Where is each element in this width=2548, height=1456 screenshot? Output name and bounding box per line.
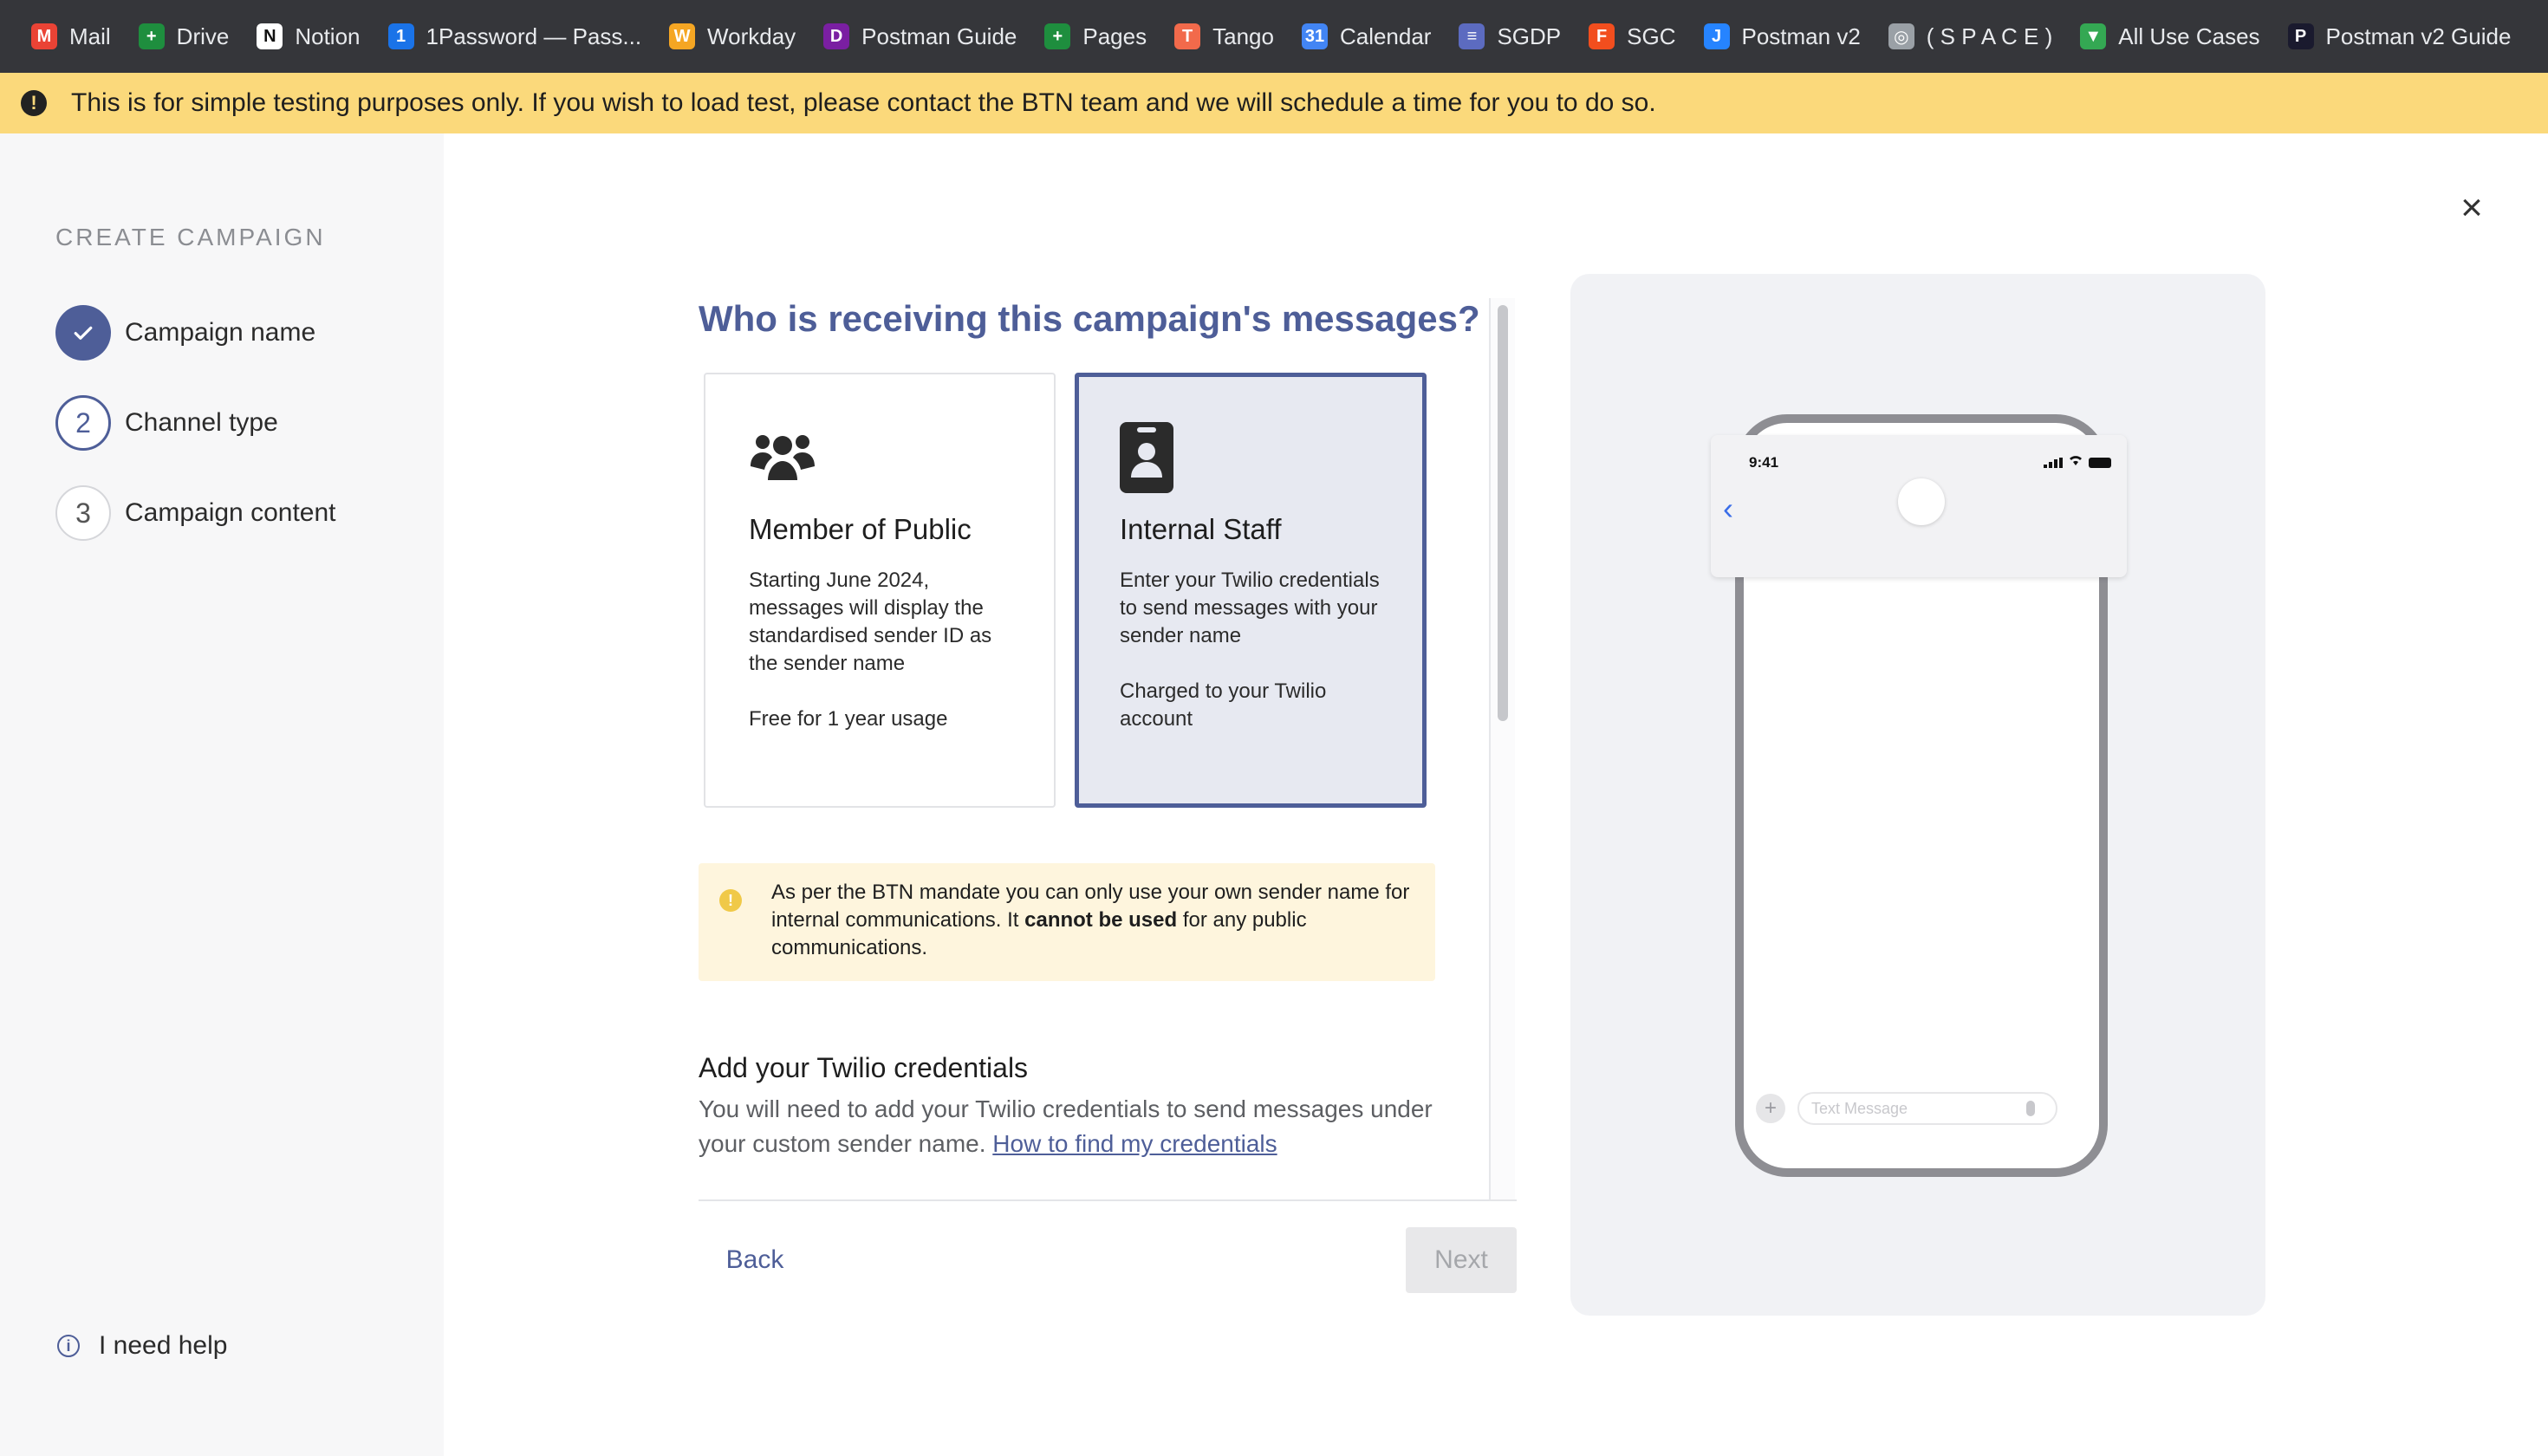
option-description: Starting June 2024, messages will displa… — [749, 569, 992, 675]
info-icon: i — [57, 1335, 80, 1357]
sheets-icon: + — [138, 23, 165, 49]
bookmark-workday[interactable]: W Workday — [655, 0, 809, 73]
bookmark-label: Workday — [707, 23, 796, 49]
step-label: Channel type — [125, 408, 278, 437]
bookmark-label: ( S P A C E ) — [1926, 23, 2053, 49]
id-badge-icon — [1120, 422, 1383, 493]
notice-text-bold: cannot be used — [1024, 908, 1178, 932]
message-preview-panel: 9:41 ‹ + Text Message — [1570, 274, 2265, 1316]
microphone-icon — [2026, 1101, 2035, 1116]
option-member-of-public[interactable]: Member of Public Starting June 2024, mes… — [704, 373, 1056, 808]
jira-icon: J — [1703, 23, 1730, 49]
plus-icon: + — [1756, 1094, 1785, 1123]
bookmark-postman-v2-guide[interactable]: P Postman v2 Guide — [2274, 0, 2525, 73]
bookmark-label: Notion — [295, 23, 361, 49]
sidebar: CREATE CAMPAIGN Campaign name 2 Channel … — [0, 133, 444, 1456]
sender-name-notice: ! As per the BTN mandate you can only us… — [699, 863, 1435, 981]
option-internal-staff[interactable]: Internal Staff Enter your Twilio credent… — [1075, 373, 1427, 808]
calendar-icon: 31 — [1301, 23, 1328, 49]
test-warning-banner: ! This is for simple testing purposes on… — [0, 73, 2548, 133]
pages-icon: + — [1044, 23, 1071, 49]
info-dot-icon: ! — [719, 889, 742, 912]
sidebar-heading: CREATE CAMPAIGN — [55, 224, 326, 250]
option-description: Enter your Twilio credentials to send me… — [1120, 569, 1380, 647]
bookmark-label: All Use Cases — [2118, 23, 2260, 49]
gmail-icon: M — [31, 23, 57, 49]
help-link[interactable]: i I need help — [57, 1331, 227, 1361]
bookmark-label: SGDP — [1497, 23, 1562, 49]
bookmark-label: Calendar — [1339, 23, 1432, 49]
bookmark-drive[interactable]: + Drive — [125, 0, 244, 73]
tango-icon: T — [1174, 23, 1201, 49]
next-button[interactable]: Next — [1406, 1227, 1517, 1293]
bookmarks-bar: M Mail + Drive N Notion 1 1Password — Pass... W W… — [0, 0, 2548, 73]
battery-icon — [2089, 457, 2111, 468]
bookmark-label: 1Password — Pass... — [426, 23, 642, 49]
credentials-title: Add your Twilio credentials — [699, 1052, 1029, 1083]
bookmark-all-use-cases[interactable]: ▼ All Use Cases — [2066, 0, 2273, 73]
bookmark-calendar[interactable]: 31 Calendar — [1288, 0, 1446, 73]
funnel-icon: ▼ — [2080, 23, 2107, 49]
form-scrollbar[interactable] — [1489, 298, 1515, 1199]
workday-icon: W — [669, 23, 696, 49]
option-title: Member of Public — [749, 513, 972, 545]
close-icon[interactable]: × — [2454, 189, 2489, 227]
bookmark-label: Postman v2 Guide — [2325, 23, 2512, 49]
people-group-icon — [749, 423, 1012, 492]
bookmark-postman-guide[interactable]: D Postman Guide — [809, 0, 1030, 73]
postman-v2-guide-icon: P — [2287, 23, 2314, 49]
bookmark-label: Tango — [1212, 23, 1274, 49]
sgdp-icon: ≡ — [1459, 23, 1485, 49]
notion-icon: N — [257, 23, 283, 49]
bookmark-label: Postman v2 — [1741, 23, 1861, 49]
exclamation-icon: ! — [21, 90, 47, 116]
postman-guide-icon: D — [823, 23, 850, 49]
help-label: I need help — [99, 1331, 228, 1360]
step-number: 3 — [55, 485, 111, 541]
banner-text: This is for simple testing purposes only… — [71, 88, 1656, 117]
credentials-help-link[interactable]: How to find my credentials — [992, 1130, 1277, 1157]
avatar — [1898, 478, 1945, 525]
option-note: Free for 1 year usage — [749, 707, 948, 731]
bookmark-notion[interactable]: N Notion — [243, 0, 374, 73]
page-title: Who is receiving this campaign's message… — [699, 298, 1480, 339]
chevron-left-icon[interactable]: ‹ — [1723, 491, 1733, 527]
planet-icon: ◎ — [1888, 23, 1914, 49]
phone-header: 9:41 ‹ — [1711, 435, 2127, 577]
figma-icon: F — [1589, 23, 1615, 49]
bookmark-postman-v2[interactable]: J Postman v2 — [1690, 0, 1875, 73]
bookmark-label: SGC — [1627, 23, 1676, 49]
step-label: Campaign name — [125, 318, 316, 347]
footer-divider — [699, 1199, 1517, 1201]
bookmark-tango[interactable]: T Tango — [1160, 0, 1288, 73]
text-message-input: Text Message — [1797, 1092, 2057, 1125]
step-campaign-name[interactable]: Campaign name — [55, 305, 315, 361]
bookmark-s-p-a-c-e[interactable]: ◎ ( S P A C E ) — [1875, 0, 2066, 73]
scrollbar-thumb[interactable] — [1498, 305, 1508, 721]
bookmark-1password-pass[interactable]: 1 1Password — Pass... — [374, 0, 656, 73]
option-title: Internal Staff — [1120, 513, 1282, 545]
phone-time: 9:41 — [1749, 454, 1779, 471]
wifi-icon — [2068, 454, 2083, 471]
bookmark-mail[interactable]: M Mail — [17, 0, 125, 73]
step-campaign-content[interactable]: 3 Campaign content — [55, 485, 336, 541]
credentials-description: You will need to add your Twilio credent… — [699, 1092, 1444, 1161]
bookmark-label: Drive — [176, 23, 230, 49]
bookmark-label: Pages — [1082, 23, 1147, 49]
step-label: Campaign content — [125, 498, 336, 527]
bookmark-label: Postman Guide — [861, 23, 1017, 49]
check-icon — [55, 305, 111, 361]
bookmark-pages[interactable]: + Pages — [1030, 0, 1160, 73]
step-channel-type[interactable]: 2 Channel type — [55, 395, 278, 451]
signal-icon — [2044, 457, 2063, 468]
back-button[interactable]: Back — [699, 1227, 811, 1293]
option-note: Charged to your Twilio account — [1120, 679, 1327, 731]
onepassword-icon: 1 — [387, 23, 414, 49]
bookmark-label: Mail — [69, 23, 111, 49]
phone-status-icons — [2044, 454, 2111, 471]
bookmark-sgdp[interactable]: ≡ SGDP — [1445, 0, 1575, 73]
step-number: 2 — [55, 395, 111, 451]
bookmark-sgc[interactable]: F SGC — [1575, 0, 1689, 73]
